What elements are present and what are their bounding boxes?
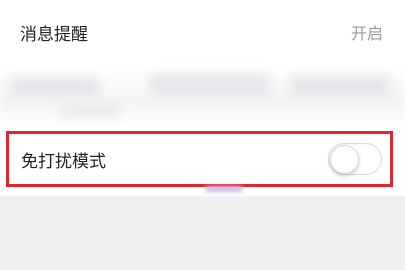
- bottom-gray-area: [0, 196, 405, 270]
- do-not-disturb-toggle[interactable]: [328, 143, 382, 175]
- message-reminder-row[interactable]: 消息提醒 开启: [0, 0, 405, 64]
- do-not-disturb-label: 免打扰模式: [21, 151, 106, 172]
- settings-screen: 消息提醒 开启 免打扰模式: [0, 0, 405, 270]
- do-not-disturb-row[interactable]: 免打扰模式: [6, 131, 393, 187]
- message-reminder-label: 消息提醒: [20, 24, 88, 45]
- message-reminder-value: 开启: [350, 24, 383, 43]
- toggle-knob: [330, 145, 359, 174]
- blurred-content: [0, 64, 405, 130]
- blurred-mark: [205, 186, 243, 192]
